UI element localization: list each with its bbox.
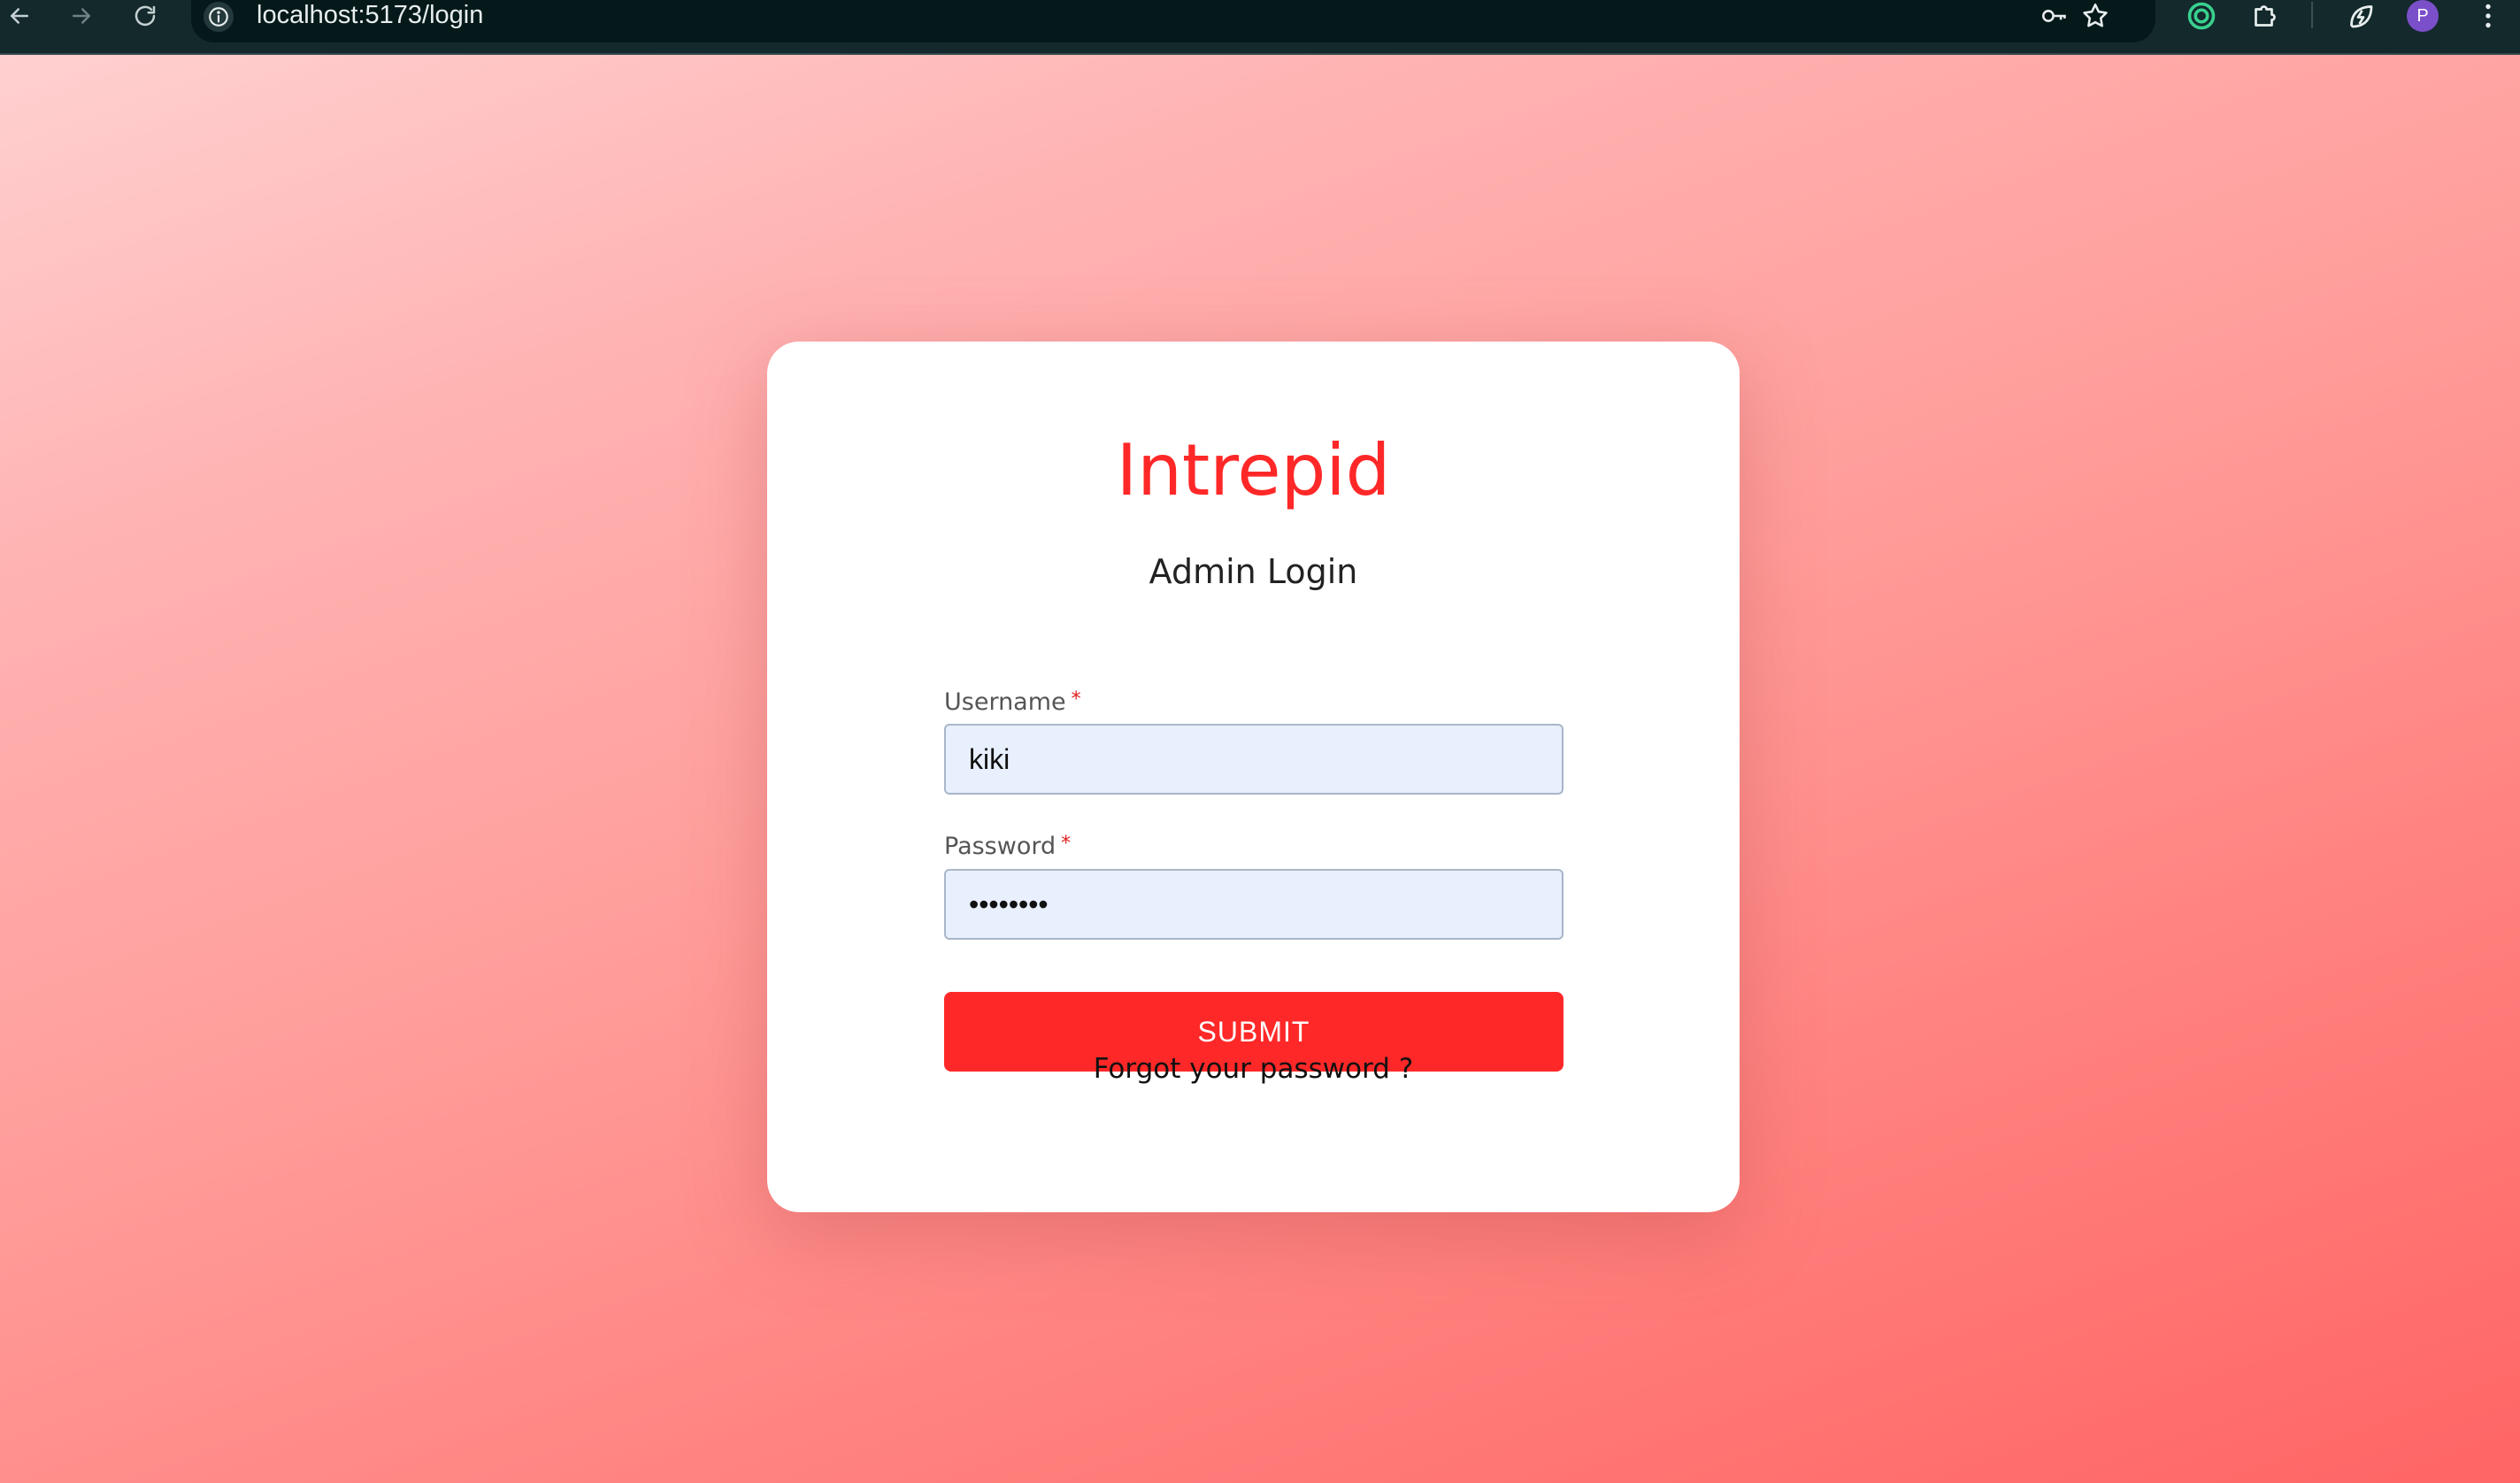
forgot-password-link[interactable]: Forgot your password ? xyxy=(1094,1053,1414,1085)
url-text[interactable]: localhost:5173/login xyxy=(257,0,483,30)
back-button[interactable] xyxy=(2,0,37,32)
reload-button[interactable] xyxy=(127,0,163,32)
password-label-text: Password xyxy=(944,833,1056,860)
arrow-left-icon xyxy=(11,8,28,24)
login-card: Intrepid Admin Login Username* Password*… xyxy=(767,342,1740,1212)
kebab-menu-icon xyxy=(2485,4,2491,28)
toolbar-separator xyxy=(2311,2,2313,28)
page-title: Admin Login xyxy=(1149,552,1358,591)
profile-avatar[interactable]: P xyxy=(2407,0,2439,32)
required-marker: * xyxy=(1071,688,1081,711)
password-manager-button[interactable] xyxy=(2035,0,2074,32)
address-bar[interactable]: localhost:5173/login xyxy=(191,0,2155,42)
browser-menu-button[interactable] xyxy=(2469,0,2508,32)
required-marker: * xyxy=(1061,833,1072,855)
reload-icon xyxy=(134,5,156,27)
info-icon xyxy=(209,7,228,27)
browser-toolbar: localhost:5173/login P xyxy=(0,0,2520,55)
extensions-button[interactable] xyxy=(2246,0,2285,32)
leaf-bolt-icon xyxy=(2350,5,2373,28)
forgot-password-row: Forgot your password ? xyxy=(767,1053,1740,1085)
username-input[interactable] xyxy=(944,724,1563,795)
bookmark-button[interactable] xyxy=(2076,0,2115,32)
username-label: Username * xyxy=(944,688,1081,716)
login-page-background: Intrepid Admin Login Username* Password*… xyxy=(0,55,2520,1483)
password-input[interactable] xyxy=(944,869,1563,940)
star-icon xyxy=(2083,3,2108,27)
key-icon xyxy=(2041,10,2066,22)
forward-button[interactable] xyxy=(64,0,99,32)
puzzle-icon xyxy=(2255,5,2276,27)
password-label: Password * xyxy=(944,833,1071,860)
brand-title: Intrepid xyxy=(1116,429,1391,511)
extension-button[interactable] xyxy=(2182,0,2221,32)
target-icon xyxy=(2187,2,2216,30)
username-label-text: Username xyxy=(944,688,1066,716)
arrow-right-icon xyxy=(73,8,90,24)
site-info-button[interactable] xyxy=(204,2,234,32)
performance-button[interactable] xyxy=(2341,0,2380,32)
